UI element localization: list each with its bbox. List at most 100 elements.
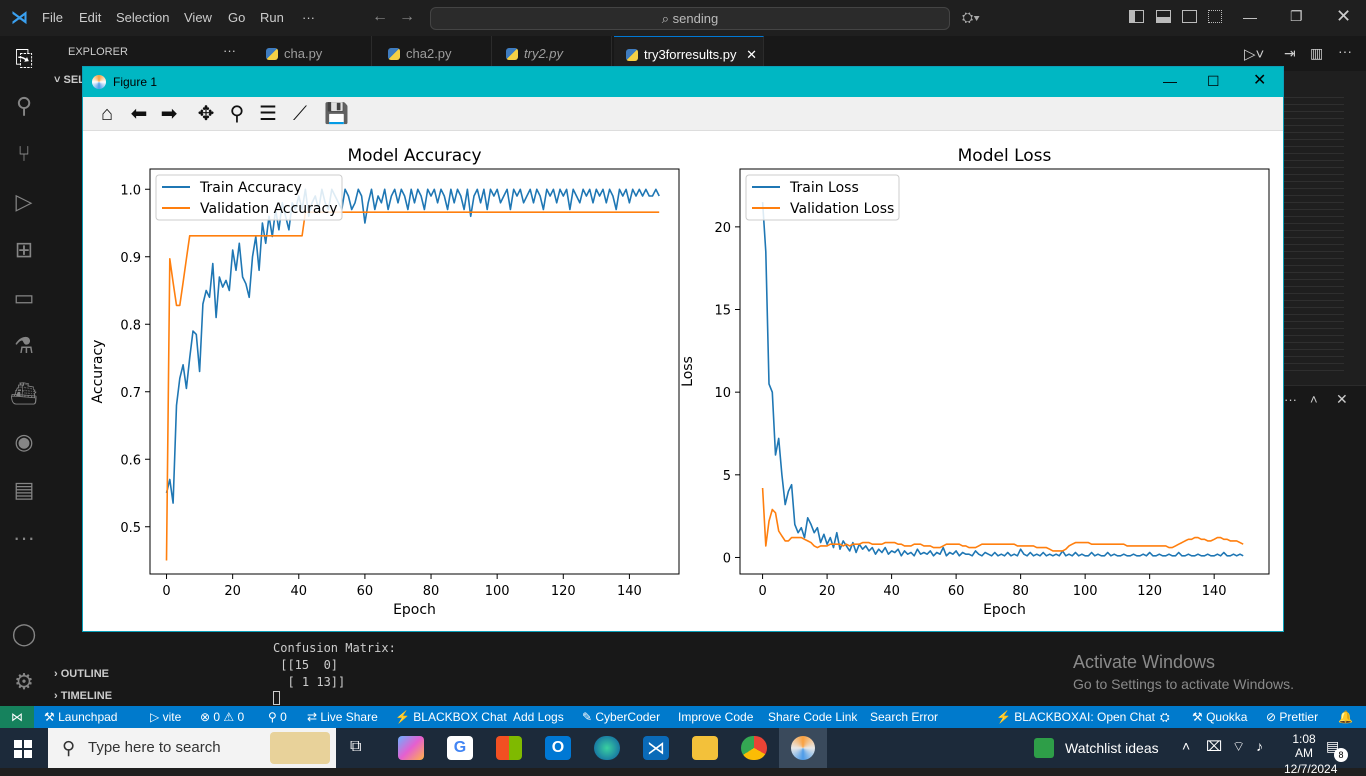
source-control-icon[interactable]: ⑂ bbox=[10, 140, 38, 168]
clock[interactable]: 1:08 AM 12/7/2024 bbox=[1284, 732, 1337, 776]
search-icon[interactable]: ⚲ bbox=[10, 92, 38, 120]
testing-icon[interactable]: ⚗ bbox=[10, 332, 38, 360]
wifi-icon[interactable]: ⌔ bbox=[1232, 738, 1245, 756]
panel-more-icon[interactable]: ··· bbox=[1284, 392, 1297, 407]
restore-icon[interactable]: ❐ bbox=[1290, 8, 1303, 25]
editor-more-icon[interactable]: ··· bbox=[1338, 43, 1352, 59]
minimize-icon[interactable]: — bbox=[1243, 9, 1257, 25]
more-views-icon[interactable]: ··· bbox=[10, 524, 38, 552]
run-file-icon[interactable]: ▷˅ bbox=[1244, 45, 1264, 63]
toggle-panel-icon[interactable] bbox=[1156, 10, 1171, 23]
status-search-error[interactable]: Search Error bbox=[870, 710, 938, 724]
google-app-icon[interactable]: G bbox=[447, 736, 473, 760]
status-ports[interactable]: ⚲ 0 bbox=[268, 710, 287, 724]
command-search-input[interactable]: ⌕ sending bbox=[430, 7, 950, 30]
maximize-panel-icon[interactable]: ˄ bbox=[1310, 392, 1318, 407]
toggle-sidebar-icon[interactable] bbox=[1129, 10, 1144, 23]
tray-chevron-icon[interactable]: ˄ bbox=[1182, 738, 1190, 754]
menu-file[interactable]: File bbox=[42, 10, 63, 25]
quokka-icon[interactable]: ◉ bbox=[10, 428, 38, 456]
open-changes-icon[interactable]: ⇥ bbox=[1284, 45, 1296, 62]
copilot-status-icon[interactable]: ⛭ bbox=[1160, 710, 1170, 725]
section-header[interactable]: ˅ SEL bbox=[54, 74, 85, 86]
stock-widget-icon[interactable] bbox=[1034, 738, 1054, 758]
timeline-section[interactable]: › TIMELINE bbox=[54, 690, 112, 702]
forward-arrow-icon[interactable]: → bbox=[399, 8, 415, 26]
minimap[interactable] bbox=[1284, 91, 1344, 371]
chrome-icon[interactable] bbox=[741, 736, 767, 760]
task-view-icon[interactable]: ⧉ bbox=[350, 738, 361, 756]
outlook-icon[interactable]: O bbox=[545, 736, 571, 760]
legend-label: Validation Loss bbox=[790, 201, 894, 217]
run-debug-icon[interactable]: ▷ bbox=[10, 188, 38, 216]
taskbar-search-input[interactable]: ⚲ Type here to search bbox=[48, 728, 336, 768]
edge-icon[interactable] bbox=[594, 736, 620, 760]
extensions-icon[interactable]: ⊞ bbox=[10, 236, 38, 264]
close-icon[interactable]: ✕ bbox=[1336, 6, 1351, 27]
menu-run[interactable]: Run bbox=[260, 10, 284, 25]
status-launchpad[interactable]: ⚒ Launchpad bbox=[44, 710, 117, 724]
matplotlib-taskbar-item[interactable] bbox=[779, 728, 827, 768]
explorer-more-icon[interactable]: ··· bbox=[223, 43, 236, 58]
home-icon[interactable]: ⌂ bbox=[95, 103, 119, 125]
status-improve-code[interactable]: Improve Code bbox=[678, 710, 753, 724]
meet-icon[interactable]: ⌧ bbox=[1206, 738, 1222, 755]
menu-go[interactable]: Go bbox=[228, 10, 245, 25]
status-problems[interactable]: ⊗ 0 ⚠ 0 bbox=[200, 710, 244, 724]
zoom-icon[interactable]: ⚲ bbox=[225, 103, 249, 125]
watermark-title: Activate Windows bbox=[1073, 652, 1216, 672]
settings-gear-icon[interactable]: ⚙ bbox=[10, 668, 38, 696]
status-blackboxai-open-chat[interactable]: ⚡ BLACKBOXAI: Open Chat bbox=[996, 710, 1155, 724]
status-add-logs[interactable]: Add Logs bbox=[513, 710, 564, 724]
figure-title-bar[interactable]: Figure 1 — ☐ ✕ bbox=[83, 67, 1283, 97]
close-panel-icon[interactable]: ✕ bbox=[1336, 391, 1348, 408]
docker-icon[interactable]: ⛴ bbox=[10, 380, 38, 408]
vscode-taskbar-icon[interactable]: ⋊ bbox=[643, 736, 669, 760]
windows-start-icon[interactable] bbox=[14, 740, 32, 758]
volume-icon[interactable]: ♪ bbox=[1256, 738, 1263, 754]
save-icon[interactable]: 💾 bbox=[324, 103, 349, 125]
back-arrow-icon[interactable]: ← bbox=[372, 8, 388, 26]
status-vite[interactable]: ▷ vite bbox=[150, 710, 181, 724]
status-blackbox-chat[interactable]: ⚡ BLACKBOX Chat bbox=[395, 710, 507, 724]
status-live-share[interactable]: ⇄ Live Share bbox=[307, 710, 378, 724]
explorer-icon[interactable]: ⎘ bbox=[10, 45, 38, 73]
store-icon[interactable] bbox=[496, 736, 522, 760]
forward-arrow-icon[interactable]: ➡ bbox=[157, 103, 181, 125]
status-share-code-link[interactable]: Share Code Link bbox=[768, 710, 857, 724]
menu-more[interactable]: ··· bbox=[302, 10, 315, 25]
pan-icon[interactable]: ✥ bbox=[194, 103, 218, 125]
chat-icon[interactable]: ▤ bbox=[10, 476, 38, 504]
clock-time: 1:08 AM bbox=[1292, 732, 1316, 760]
remote-explorer-icon[interactable]: ▭ bbox=[10, 284, 38, 312]
account-icon[interactable]: ◯ bbox=[10, 620, 38, 648]
copilot-app-icon[interactable] bbox=[398, 736, 424, 760]
status-prettier[interactable]: ⊘ Prettier bbox=[1266, 710, 1318, 724]
y-tick-label: 15 bbox=[714, 304, 731, 319]
status-cybercoder[interactable]: ✎ CyberCoder bbox=[582, 710, 660, 724]
back-arrow-icon[interactable]: ⬅ bbox=[127, 103, 151, 125]
chevron-right-icon: › bbox=[54, 690, 61, 702]
outline-section[interactable]: › OUTLINE bbox=[54, 668, 109, 680]
menu-view[interactable]: View bbox=[184, 10, 212, 25]
plot-area bbox=[149, 168, 680, 575]
copilot-icon[interactable]: ⛭▾ bbox=[962, 9, 980, 26]
file-explorer-icon[interactable] bbox=[692, 736, 718, 760]
chart-canvas[interactable]: Model AccuracyEpochAccuracy0 20 40 60 80 100 1… bbox=[83, 131, 1283, 631]
search-icon: ⚲ bbox=[62, 738, 76, 758]
widget-label[interactable]: Watchlist ideas bbox=[1065, 740, 1159, 756]
menu-edit[interactable]: Edit bbox=[79, 10, 101, 25]
menu-selection[interactable]: Selection bbox=[116, 10, 169, 25]
notifications-bell-icon[interactable]: 🔔 bbox=[1338, 710, 1353, 724]
configure-subplots-icon[interactable]: ☰ bbox=[256, 103, 280, 125]
split-editor-icon[interactable]: ▥ bbox=[1310, 45, 1323, 62]
remote-indicator-icon[interactable]: ⋈ bbox=[0, 706, 34, 728]
figure-minimize-icon[interactable]: — bbox=[1163, 66, 1177, 96]
figure-close-icon[interactable]: ✕ bbox=[1253, 66, 1266, 96]
toggle-secondary-sidebar-icon[interactable] bbox=[1182, 10, 1197, 23]
customize-layout-icon[interactable] bbox=[1208, 10, 1222, 23]
edit-axis-icon[interactable]: ⟋ bbox=[288, 103, 312, 125]
figure-maximize-icon[interactable]: ☐ bbox=[1207, 66, 1220, 96]
status-label: Live Share bbox=[320, 710, 378, 724]
status-quokka[interactable]: ⚒ Quokka bbox=[1192, 710, 1247, 724]
